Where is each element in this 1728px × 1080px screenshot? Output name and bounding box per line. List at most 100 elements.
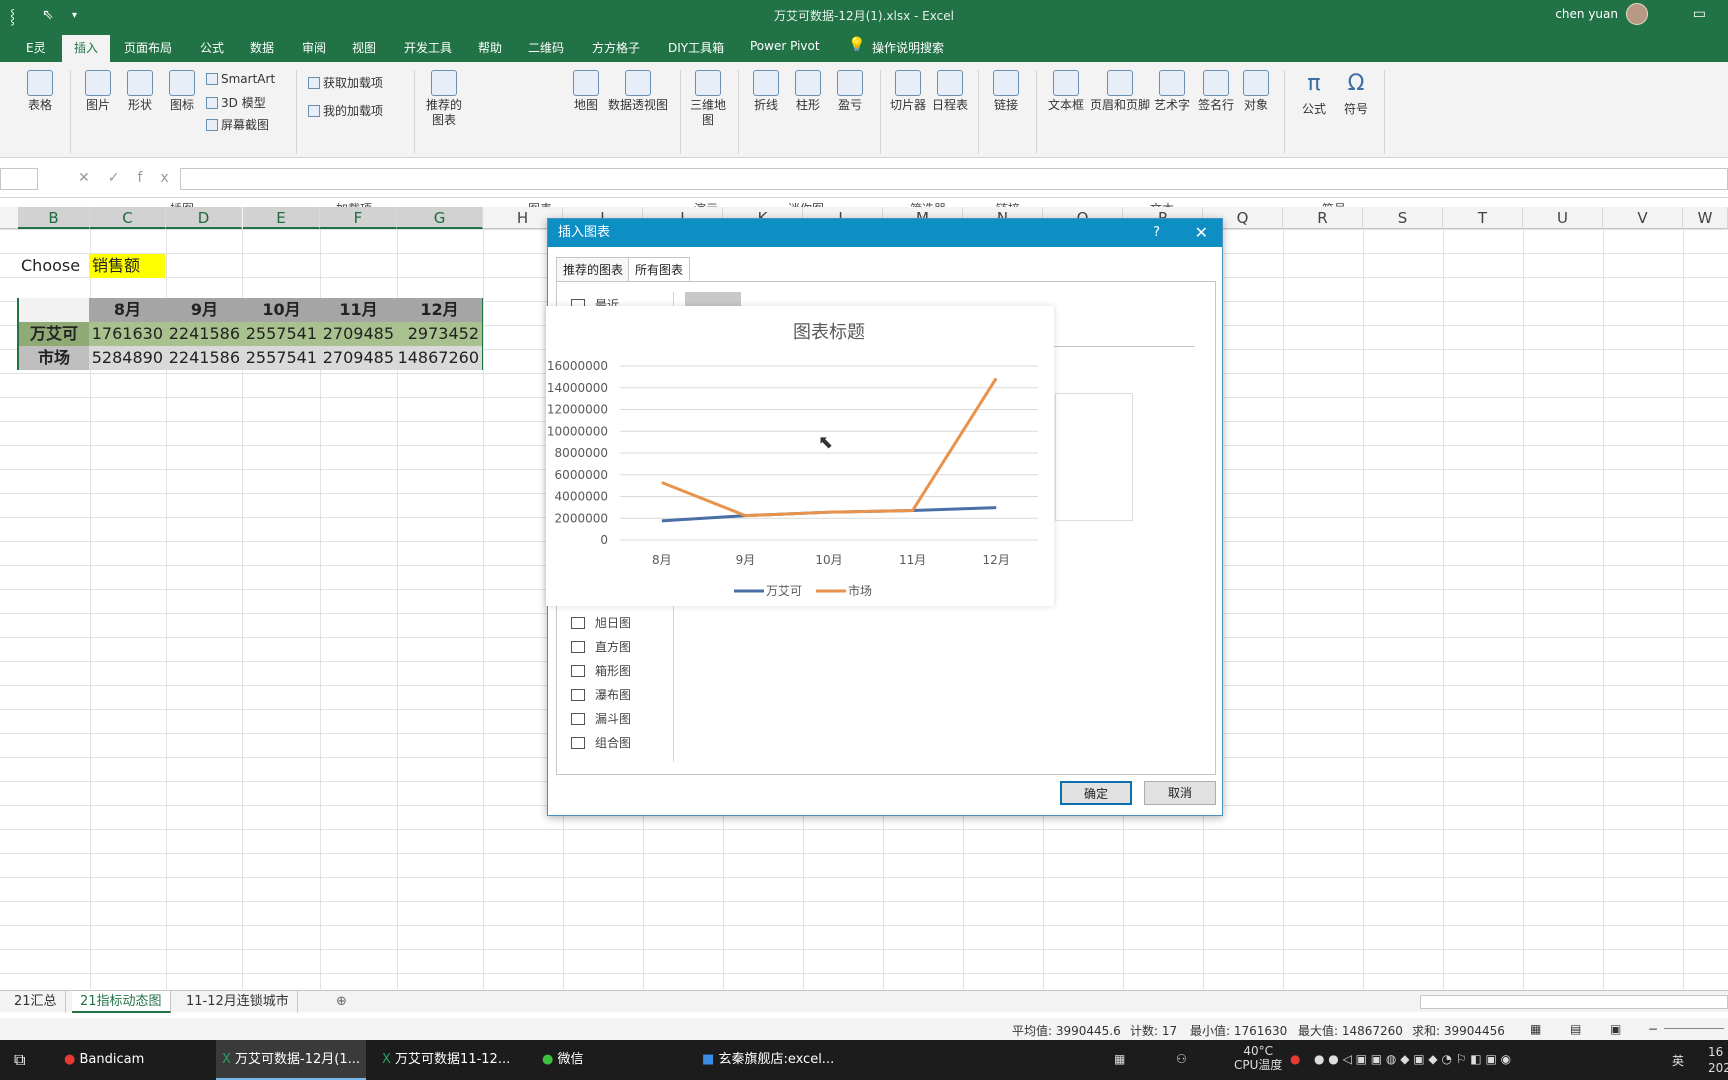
chart-type-boxplot[interactable]: 箱形图 [571,662,631,679]
cell-r2-c4[interactable]: 2709485 [320,346,397,370]
map-chart-button[interactable]: 地图 [570,70,602,113]
screenshot-button[interactable]: 屏幕截图 [206,116,269,133]
tab-view[interactable]: 视图 [352,39,376,56]
column-header-s[interactable]: S [1363,207,1443,229]
header-footer-button[interactable]: 页眉和页脚 [1088,70,1152,113]
name-box[interactable] [0,168,38,190]
tab-eling[interactable]: E灵 [26,39,46,56]
taskbar-bandicam[interactable]: ● Bandicam [58,1040,206,1080]
ok-button[interactable]: 确定 [1060,781,1132,805]
sparkline-winloss-button[interactable]: 盈亏 [834,70,866,113]
chart-type-histogram[interactable]: 直方图 [571,638,631,655]
column-header-d[interactable]: D [166,207,242,229]
column-header-u[interactable]: U [1523,207,1603,229]
cell-r1-c5[interactable]: 2973452 [397,322,482,346]
taskbar-wechat[interactable]: ● 微信 [536,1040,686,1080]
clock[interactable]: 162021 [1708,1044,1728,1076]
table-button[interactable]: 表格 [24,70,56,113]
row-name-1[interactable]: 万艾可 [19,322,89,346]
tell-me-search[interactable]: 操作说明搜索 [872,39,944,56]
smartart-button[interactable]: SmartArt [206,72,275,86]
add-sheet-icon[interactable]: ⊕ [328,991,355,1013]
choose-value[interactable]: 销售额 [89,254,165,278]
column-header-g[interactable]: G [397,207,483,229]
tab-diy[interactable]: DIY工具箱 [668,39,724,56]
chart-type-waterfall[interactable]: 瀑布图 [571,686,631,703]
calendar-icon[interactable]: ▦ [1114,1052,1125,1066]
symbol-button[interactable]: Ω 符号 [1340,70,1372,117]
row-name-2[interactable]: 市场 [19,346,89,370]
task-view-icon[interactable]: ⧉ [8,1040,25,1080]
sheet-tab-dynamic[interactable]: 21指标动态图 [72,991,171,1013]
column-header-b[interactable]: B [18,207,90,229]
cell-r1-c4[interactable]: 2709485 [320,322,397,346]
my-addins-button[interactable]: 我的加载项 [308,102,383,119]
ribbon-display-icon[interactable]: ▭ [1693,6,1706,22]
normal-view-icon[interactable]: ▦ [1530,1022,1541,1036]
tab-developer[interactable]: 开发工具 [404,39,452,56]
taskbar-shop[interactable]: ■ 玄秦旗舰店:excel... [696,1040,846,1080]
tray-icons[interactable]: ● ● ◁ ▣ ▣ ◍ ◆ ▣ ◆ ◔ ⚐ ◧ ▣ ◉ [1314,1052,1511,1066]
chart-preview-thumbnail[interactable] [1055,393,1133,521]
slicer-button[interactable]: 切片器 [888,70,928,113]
cell-r2-c5[interactable]: 14867260 [397,346,482,370]
cell-r1-c3[interactable]: 2557541 [243,322,320,346]
avatar[interactable] [1626,3,1648,25]
people-icon[interactable]: ⚇ [1176,1052,1187,1066]
cancel-icon[interactable]: ✕ [78,170,108,186]
shape-button[interactable]: 形状 [124,70,156,113]
tab-recommended-charts[interactable]: 推荐的图表 [556,257,631,282]
cell-r2-c1[interactable]: 5284890 [89,346,166,370]
column-header-w[interactable]: W [1683,207,1728,229]
taskbar-excel-1[interactable]: X 万艾可数据-12月(1... [216,1040,366,1080]
tab-qrcode[interactable]: 二维码 [528,39,564,56]
object-button[interactable]: 对象 [1240,70,1272,113]
chart-subtype-selected[interactable] [685,292,741,306]
tab-data[interactable]: 数据 [250,39,274,56]
header-12[interactable]: 12月 [397,298,482,322]
tab-insert[interactable]: 插入 [62,35,111,62]
taskbar-excel-2[interactable]: X 万艾可数据11-12... [376,1040,526,1080]
tab-power-pivot[interactable]: Power Pivot [750,39,820,53]
page-break-view-icon[interactable]: ▣ [1610,1022,1621,1036]
zoom-slider[interactable] [1664,1028,1724,1029]
column-header-f[interactable]: F [320,207,397,229]
sparkline-column-button[interactable]: 柱形 [792,70,824,113]
column-header-r[interactable]: R [1283,207,1363,229]
tab-all-charts[interactable]: 所有图表 [628,257,691,282]
column-header-e[interactable]: E [243,207,320,229]
3d-model-button[interactable]: 3D 模型 [206,94,266,111]
picture-button[interactable]: 图片 [82,70,114,113]
cell-r1-c2[interactable]: 2241586 [166,322,243,346]
sheet-tab-city[interactable]: 11-12月连锁城市 [178,991,298,1013]
tab-review[interactable]: 审阅 [302,39,326,56]
column-header-c[interactable]: C [90,207,166,229]
chart-type-combo[interactable]: 组合图 [571,734,631,751]
cancel-button[interactable]: 取消 [1144,781,1216,805]
sheet-tab-summary[interactable]: 21汇总 [6,991,66,1013]
get-addins-button[interactable]: 获取加载项 [308,74,383,91]
ime-indicator[interactable]: 英 [1672,1052,1684,1069]
header-10[interactable]: 10月 [243,298,320,322]
enter-icon[interactable]: ✓ [108,170,138,186]
timeline-button[interactable]: 日程表 [930,70,970,113]
tab-page-layout[interactable]: 页面布局 [124,39,172,56]
zoom-out-icon[interactable]: − [1648,1022,1658,1036]
table-corner-cell[interactable] [19,298,89,322]
link-button[interactable]: 链接 [990,70,1022,113]
record-tray-icon[interactable]: ● [1290,1052,1300,1066]
icons-button[interactable]: 图标 [166,70,198,113]
header-11[interactable]: 11月 [320,298,397,322]
tab-ffgz[interactable]: 方方格子 [592,39,640,56]
user-name[interactable]: chen yuan [1555,7,1618,21]
tab-formulas[interactable]: 公式 [200,39,224,56]
equation-button[interactable]: π 公式 [1298,70,1330,117]
textbox-button[interactable]: 文本框 [1046,70,1086,113]
recommended-charts-button[interactable]: 推荐的图表 [424,70,464,128]
header-8[interactable]: 8月 [89,298,166,322]
formula-input[interactable] [180,168,1728,190]
choose-label[interactable]: Choose [21,254,80,278]
signature-line-button[interactable]: 签名行 [1196,70,1236,113]
column-header-t[interactable]: T [1443,207,1523,229]
help-button[interactable]: ? [1153,219,1160,247]
